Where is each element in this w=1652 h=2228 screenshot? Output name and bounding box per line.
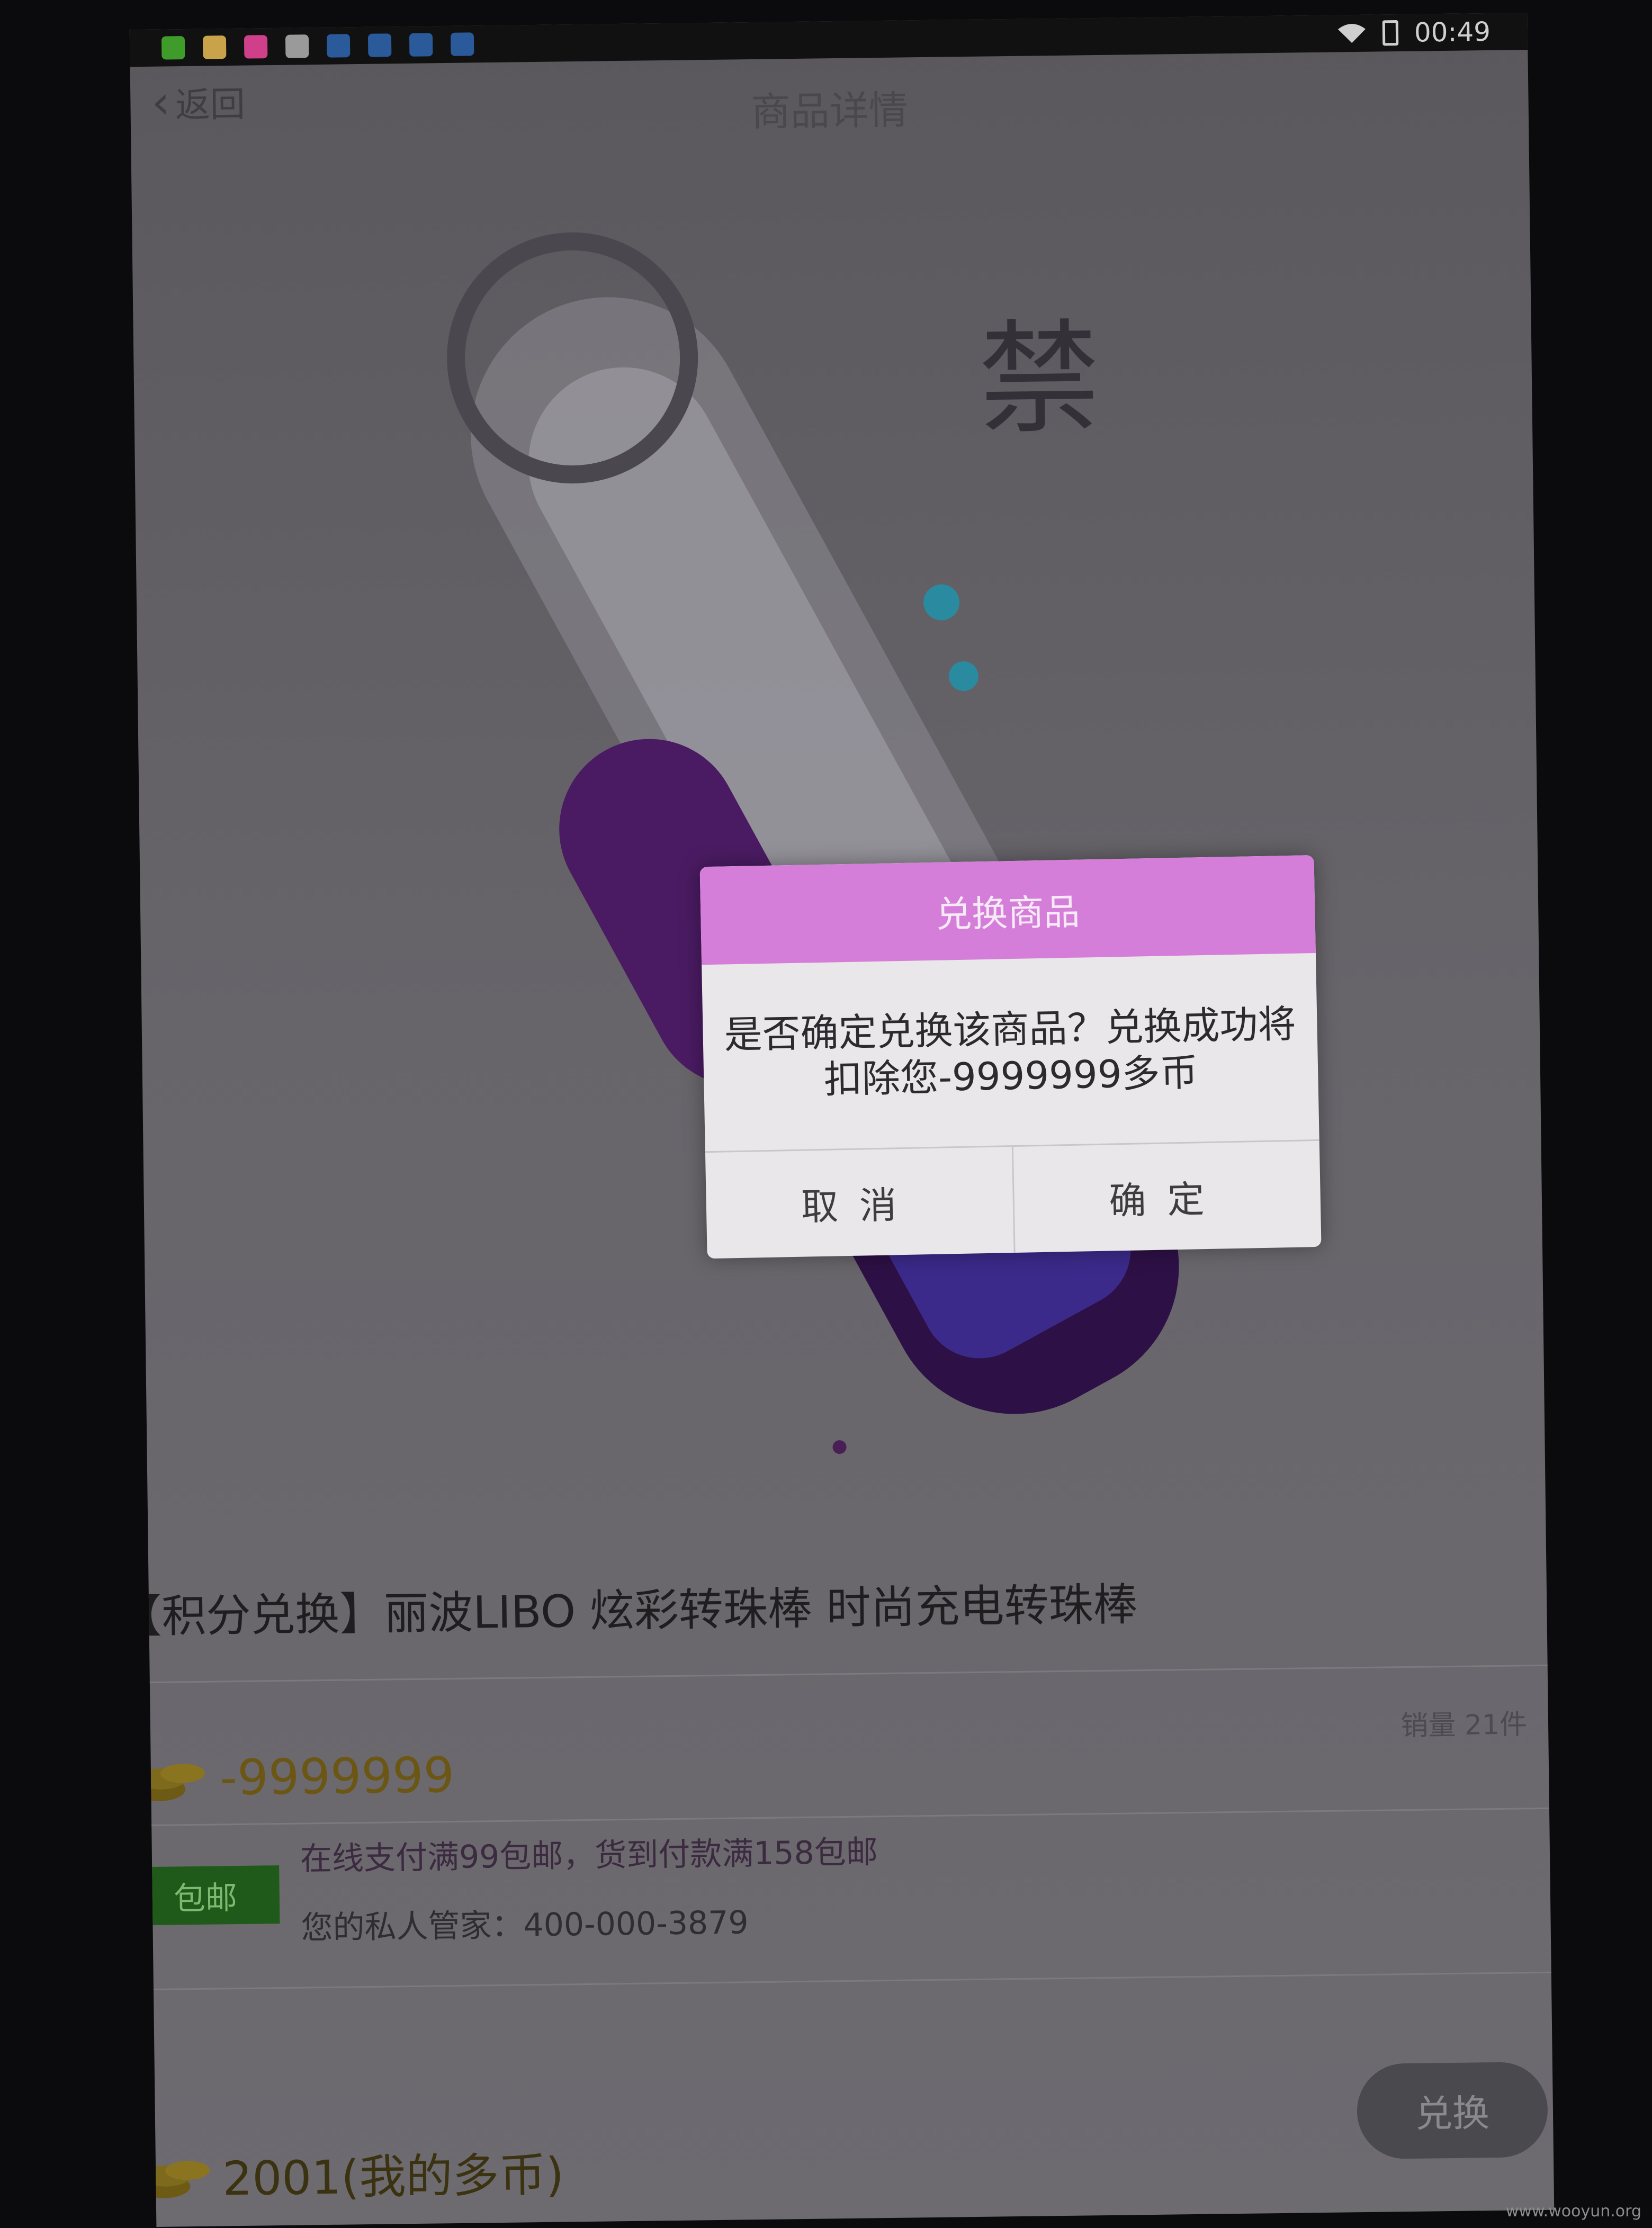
notification-icon bbox=[202, 35, 227, 59]
watermark: www.wooyun.org bbox=[1505, 2202, 1641, 2221]
my-coins-display: 2001(我的多币) bbox=[134, 2137, 564, 2210]
product-image[interactable]: 禁 bbox=[269, 163, 1418, 1500]
divider bbox=[129, 1807, 1555, 1827]
wifi-icon bbox=[1337, 24, 1366, 43]
coin-icon bbox=[132, 1763, 205, 1801]
exchange-button[interactable]: 兑换 bbox=[1356, 2061, 1549, 2160]
notification-icon bbox=[161, 36, 185, 60]
dialog-message-line: 扣除您-9999999多币 bbox=[823, 1049, 1199, 1102]
notification-icon bbox=[367, 33, 392, 57]
notification-icon bbox=[326, 34, 351, 58]
cancel-button[interactable]: 取消 bbox=[705, 1147, 1013, 1259]
coin-icon bbox=[137, 2160, 210, 2198]
bottom-bar: 2001(我的多币) 兑换 bbox=[130, 2045, 1555, 2227]
notification-icon bbox=[285, 34, 309, 58]
notification-icon bbox=[450, 32, 474, 56]
divider bbox=[129, 1971, 1555, 1991]
sales-count: 销量 21件 bbox=[1400, 1709, 1528, 1742]
confirm-button[interactable]: 确定 bbox=[1011, 1140, 1322, 1253]
exchange-confirm-dialog: 兑换商品 是否确定兑换该商品？兑换成功将 扣除您-9999999多币 取消 确定 bbox=[699, 855, 1322, 1259]
page-title: 商品详情 bbox=[751, 87, 909, 135]
my-coins: 2001(我的多币) bbox=[222, 2147, 564, 2206]
product-title: 【积分兑换】丽波LIBO 炫彩转珠棒 时尚充电转珠棒 bbox=[129, 1578, 1138, 1643]
divider bbox=[129, 1664, 1555, 1684]
dialog-message: 是否确定兑换该商品？兑换成功将 扣除您-9999999多币 bbox=[702, 953, 1319, 1153]
carousel-dot[interactable] bbox=[832, 1440, 847, 1454]
notification-icons bbox=[161, 32, 474, 60]
price-row: -9999999 bbox=[130, 1747, 455, 1807]
dialog-title: 兑换商品 bbox=[699, 855, 1316, 965]
nav-bar: ‹ 返回 商品详情 bbox=[130, 50, 1529, 146]
battery-icon bbox=[1382, 20, 1399, 46]
notification-icon bbox=[244, 35, 268, 59]
shipping-note: 在线支付满99包邮，货到付款满158包邮 bbox=[300, 1834, 878, 1878]
dialog-buttons: 取消 确定 bbox=[705, 1139, 1322, 1259]
price-value: -9999999 bbox=[219, 1747, 455, 1807]
shipping-badge: 包邮 bbox=[131, 1865, 280, 1926]
notification-icon bbox=[409, 33, 433, 57]
status-time: 00:49 bbox=[1414, 16, 1491, 48]
svg-text:禁: 禁 bbox=[977, 308, 1101, 451]
dialog-message-line: 是否确定兑换该商品？兑换成功将 bbox=[723, 1001, 1297, 1057]
app-screen: 00:49 ‹ 返回 商品详情 禁 【积分兑换】丽波LIBO 炫彩转珠棒 时尚充… bbox=[129, 13, 1555, 2227]
service-hotline[interactable]: 您的私人管家：400-000-3879 bbox=[301, 1897, 749, 1948]
